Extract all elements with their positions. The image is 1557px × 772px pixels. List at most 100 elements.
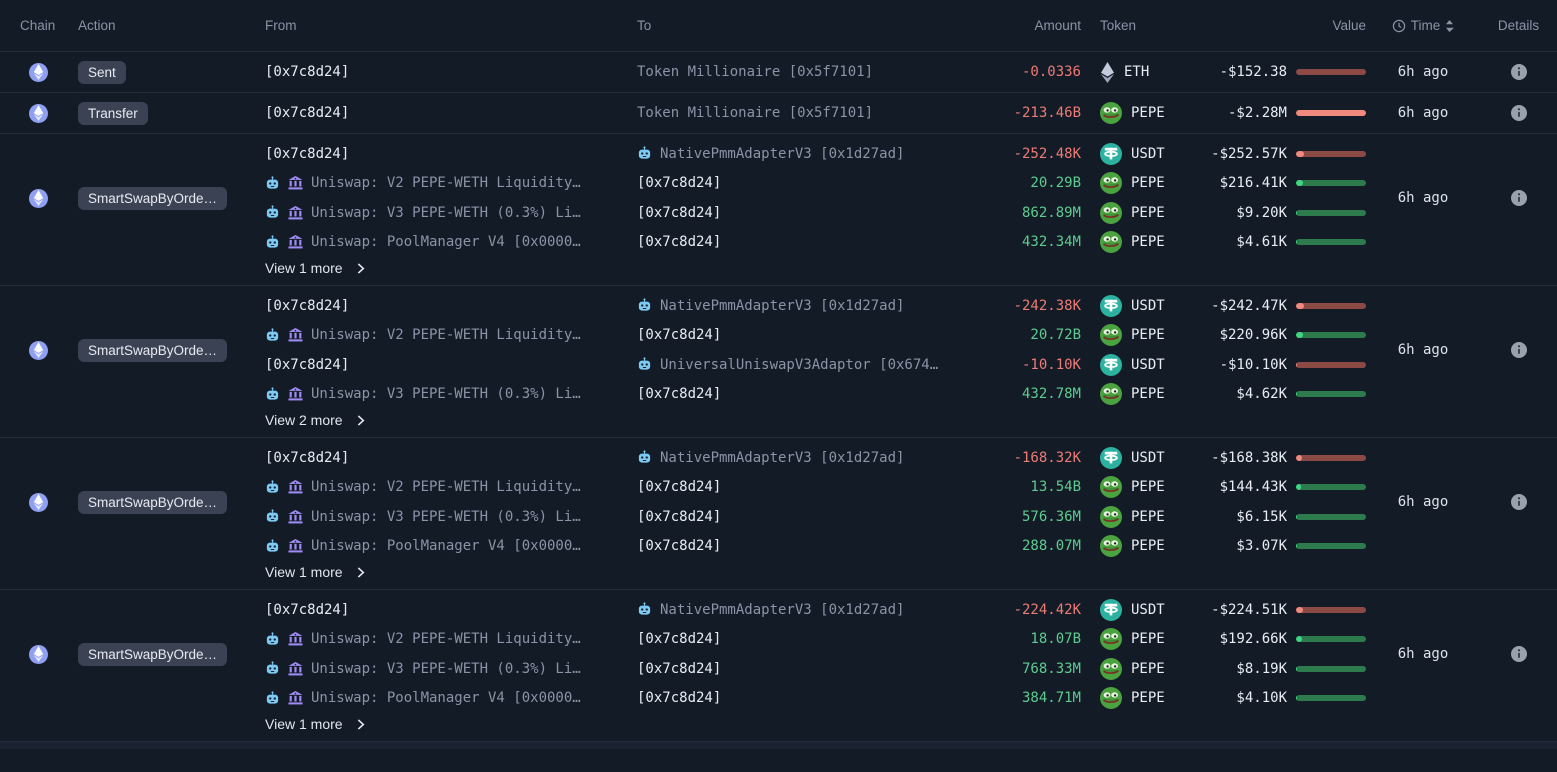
details-info-icon[interactable] (1511, 494, 1527, 510)
token-symbol[interactable]: PEPE (1131, 661, 1165, 677)
to-contract-link[interactable]: NativePmmAdapterV3 [0x1d27ad] (660, 298, 904, 314)
value-cell: -$152.38 (1197, 52, 1366, 92)
usd-value: -$152.38 (1220, 64, 1287, 80)
to-contract-link[interactable]: NativePmmAdapterV3 [0x1d27ad] (660, 450, 904, 466)
to-cell: [0x7c8d24] (637, 654, 937, 684)
token-symbol[interactable]: USDT (1131, 357, 1165, 373)
to-contract-link[interactable]: NativePmmAdapterV3 [0x1d27ad] (660, 602, 904, 618)
to-address-link[interactable]: [0x7c8d24] (637, 661, 721, 677)
token-symbol[interactable]: PEPE (1131, 631, 1165, 647)
from-contract-link[interactable]: Uniswap: PoolManager V4 [0x0000… (311, 538, 581, 554)
from-contract-link[interactable]: Uniswap: V3 PEPE-WETH (0.3%) Li… (311, 386, 581, 402)
ethereum-chain-icon (29, 341, 48, 360)
robot-icon (265, 480, 280, 495)
from-address-link[interactable]: [0x7c8d24] (265, 146, 349, 162)
from-cell: Uniswap: V2 PEPE-WETH Liquidity… (265, 169, 637, 199)
from-contract-link[interactable]: Uniswap: V3 PEPE-WETH (0.3%) Li… (311, 509, 581, 525)
token-symbol[interactable]: PEPE (1131, 386, 1165, 402)
to-address-link[interactable]: [0x7c8d24] (637, 509, 721, 525)
token-symbol[interactable]: PEPE (1131, 509, 1165, 525)
from-address-link[interactable]: [0x7c8d24] (265, 357, 349, 373)
token-symbol[interactable]: ETH (1124, 64, 1149, 80)
details-info-icon[interactable] (1511, 190, 1527, 206)
to-address-link[interactable]: [0x7c8d24] (637, 479, 721, 495)
time-ago: 6h ago (1398, 494, 1449, 510)
amount-value: -168.32K (1014, 450, 1081, 466)
token-symbol[interactable]: USDT (1131, 146, 1165, 162)
amount-value: 576.36M (1022, 509, 1081, 525)
token-symbol[interactable]: PEPE (1131, 327, 1165, 343)
usd-value: $220.96K (1220, 327, 1287, 343)
to-address-link[interactable]: [0x7c8d24] (637, 175, 721, 191)
column-header-time[interactable]: Time (1366, 0, 1480, 51)
value-cell: $220.96K (1197, 321, 1366, 351)
usd-value: $8.19K (1236, 661, 1287, 677)
from-contract-link[interactable]: Uniswap: PoolManager V4 [0x0000… (311, 690, 581, 706)
to-contract-link[interactable]: Token Millionaire [0x5f7101] (637, 64, 873, 80)
action-cell: SmartSwapByOrde… (78, 491, 265, 514)
value-bar (1296, 362, 1366, 368)
token-symbol[interactable]: PEPE (1131, 234, 1165, 250)
usd-value: -$242.47K (1211, 298, 1287, 314)
to-address-link[interactable]: [0x7c8d24] (637, 538, 721, 554)
from-address-link[interactable]: [0x7c8d24] (265, 105, 349, 121)
value-bar-fill (1296, 391, 1297, 397)
value-bar-fill (1296, 362, 1297, 368)
table-row-group: SmartSwapByOrde…[0x7c8d24]NativePmmAdapt… (0, 134, 1557, 286)
details-info-icon[interactable] (1511, 646, 1527, 662)
token-symbol[interactable]: PEPE (1131, 175, 1165, 191)
token-symbol[interactable]: PEPE (1131, 479, 1165, 495)
to-contract-link[interactable]: Token Millionaire [0x5f7101] (637, 105, 873, 121)
details-cell (1480, 646, 1557, 662)
view-more-link[interactable]: View 2 more (265, 409, 637, 437)
time-cell: 6h ago (1366, 93, 1480, 133)
time-cell: 6h ago (1366, 646, 1480, 662)
column-header-action: Action (78, 0, 265, 51)
token-symbol[interactable]: PEPE (1131, 538, 1165, 554)
token-symbol[interactable]: PEPE (1131, 105, 1165, 121)
from-cell: Uniswap: PoolManager V4 [0x0000… (265, 228, 637, 258)
amount-cell: 20.72B (937, 321, 1081, 351)
to-address-link[interactable]: [0x7c8d24] (637, 631, 721, 647)
token-icon-pepe (1100, 383, 1122, 405)
to-address-link[interactable]: [0x7c8d24] (637, 205, 721, 221)
token-icon-eth (1100, 62, 1115, 83)
swap-entries: [0x7c8d24]NativePmmAdapterV3 [0x1d27ad]-… (265, 595, 1366, 713)
from-address-link[interactable]: [0x7c8d24] (265, 298, 349, 314)
token-symbol[interactable]: USDT (1131, 298, 1165, 314)
from-contract-link[interactable]: Uniswap: V2 PEPE-WETH Liquidity… (311, 631, 581, 647)
view-more-link[interactable]: View 1 more (265, 561, 637, 589)
details-info-icon[interactable] (1511, 105, 1527, 121)
from-contract-link[interactable]: Uniswap: V2 PEPE-WETH Liquidity… (311, 175, 581, 191)
token-cell: USDT (1081, 595, 1197, 625)
from-address-link[interactable]: [0x7c8d24] (265, 602, 349, 618)
from-contract-link[interactable]: Uniswap: PoolManager V4 [0x0000… (311, 234, 581, 250)
from-address-link[interactable]: [0x7c8d24] (265, 450, 349, 466)
chevron-right-icon (354, 566, 367, 579)
details-info-icon[interactable] (1511, 342, 1527, 358)
token-icon-pepe (1100, 102, 1122, 124)
from-cell: Uniswap: V3 PEPE-WETH (0.3%) Li… (265, 380, 637, 410)
to-address-link[interactable]: [0x7c8d24] (637, 234, 721, 250)
token-symbol[interactable]: PEPE (1131, 690, 1165, 706)
from-contract-link[interactable]: Uniswap: V2 PEPE-WETH Liquidity… (311, 327, 581, 343)
to-contract-link[interactable]: NativePmmAdapterV3 [0x1d27ad] (660, 146, 904, 162)
from-contract-link[interactable]: Uniswap: V3 PEPE-WETH (0.3%) Li… (311, 205, 581, 221)
value-cell: -$242.47K (1197, 291, 1366, 321)
value-cell: $216.41K (1197, 169, 1366, 199)
to-address-link[interactable]: [0x7c8d24] (637, 690, 721, 706)
from-contract-link[interactable]: Uniswap: V3 PEPE-WETH (0.3%) Li… (311, 661, 581, 677)
token-cell: PEPE (1081, 321, 1197, 351)
view-more-link[interactable]: View 1 more (265, 713, 637, 741)
to-contract-link[interactable]: UniversalUniswapV3Adaptor [0x674… (660, 357, 938, 373)
from-address-link[interactable]: [0x7c8d24] (265, 64, 349, 80)
token-symbol[interactable]: PEPE (1131, 205, 1165, 221)
token-icon-pepe (1100, 535, 1122, 557)
to-address-link[interactable]: [0x7c8d24] (637, 386, 721, 402)
details-info-icon[interactable] (1511, 64, 1527, 80)
token-symbol[interactable]: USDT (1131, 450, 1165, 466)
from-contract-link[interactable]: Uniswap: V2 PEPE-WETH Liquidity… (311, 479, 581, 495)
token-symbol[interactable]: USDT (1131, 602, 1165, 618)
view-more-link[interactable]: View 1 more (265, 257, 637, 285)
to-address-link[interactable]: [0x7c8d24] (637, 327, 721, 343)
